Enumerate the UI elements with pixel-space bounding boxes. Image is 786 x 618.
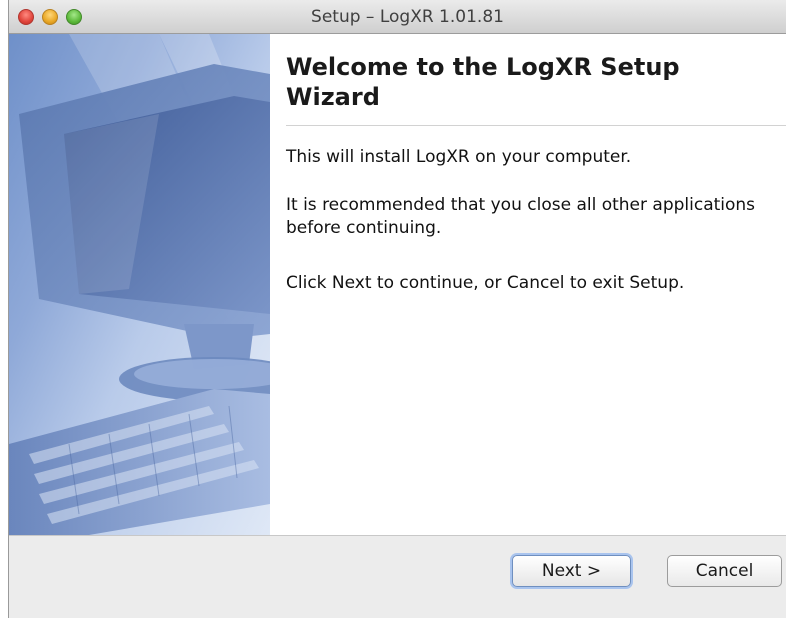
setup-window: Setup – LogXR 1.01.81 Welcome to the Log… — [8, 0, 786, 618]
wizard-content-panel: Welcome to the LogXR Setup Wizard This w… — [270, 34, 786, 535]
computer-illustration — [9, 34, 270, 535]
next-button[interactable]: Next > — [512, 555, 631, 587]
wizard-banner-image — [9, 34, 270, 535]
title-divider — [286, 125, 786, 126]
cancel-button[interactable]: Cancel — [667, 555, 782, 587]
close-apps-recommendation: It is recommended that you close all oth… — [286, 195, 756, 238]
window-title: Setup – LogXR 1.01.81 — [311, 7, 504, 27]
install-description: This will install LogXR on your computer… — [286, 147, 632, 167]
page-title: Welcome to the LogXR Setup Wizard — [286, 53, 680, 111]
footer-divider — [9, 535, 786, 536]
next-cancel-instruction: Click Next to continue, or Cancel to exi… — [286, 273, 685, 293]
title-bar[interactable]: Setup – LogXR 1.01.81 — [9, 0, 786, 34]
